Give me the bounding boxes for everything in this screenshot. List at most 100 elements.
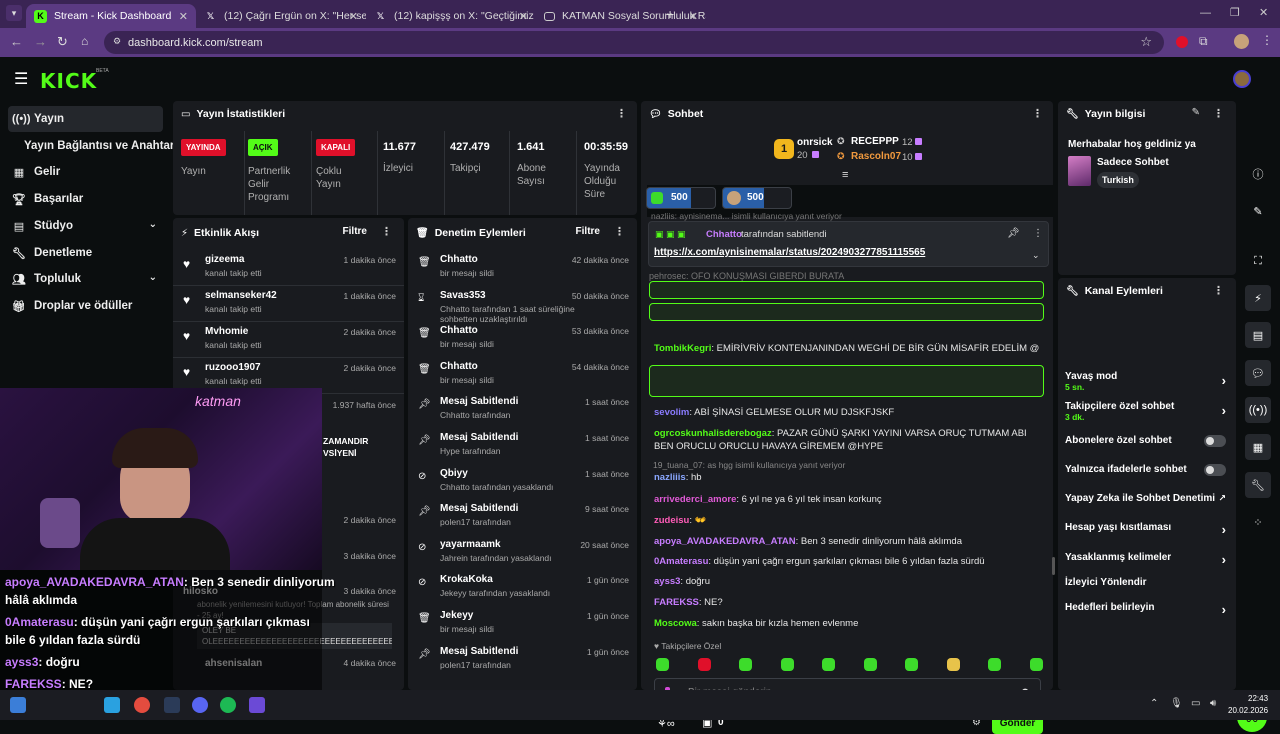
channel-action-3[interactable]: Yalnızca ifadelerle sohbet [1065,464,1230,476]
list-item[interactable]: 📌︎ Mesaj Sabitlendi polen17 tarafından 9 sa… [408,499,637,535]
emote-icon[interactable] [739,658,752,671]
list-item[interactable]: 🗑︎ Chhatto bir mesajı sildi 42 dakika önce [408,250,637,286]
chat-message[interactable]: FAREKSS: NE? [654,597,1040,608]
bolt-icon[interactable]: ⚡︎ [1245,285,1271,311]
edit-pencil-icon[interactable]: ✎ [1245,198,1271,224]
pinned-link[interactable]: https://x.com/aynisinemalar/status/20249… [654,247,925,258]
mod-title[interactable]: Qbiyy [440,468,468,479]
edit-pencil-icon[interactable]: ✎ [1192,107,1200,118]
tray-chevron-icon[interactable]: ⌃ [1150,698,1158,709]
apps-icon[interactable]: ⁘ [1245,509,1271,535]
menu-kebab-icon[interactable]: ⋮ [616,107,627,120]
chat-username[interactable]: FAREKSS [654,597,699,608]
profile-avatar[interactable] [1234,34,1249,49]
channel-action-1[interactable]: Takipçilere özel sohbet 3 dk. › [1065,401,1230,422]
emote-icon[interactable] [905,658,918,671]
channel-action-5[interactable]: Hesap yaşı kısıtlaması › [1065,522,1230,537]
leaderboard-first-name[interactable]: onrsick [797,137,833,148]
mod-title[interactable]: Mesaj Sabitlendi [440,432,518,443]
wrench-icon[interactable]: 🔧︎ [1245,472,1271,498]
sidebar-item-gelir[interactable]: ▦ Gelir [8,159,163,185]
mod-title[interactable]: Savas353 [440,290,486,301]
spotify-icon[interactable] [220,697,236,713]
channel-action-8[interactable]: Hedefleri belirleyin › [1065,602,1230,617]
menu-kebab-icon[interactable]: ⋮ [1032,107,1043,120]
list-item[interactable]: 📌︎ Mesaj Sabitlendi Chhatto tarafından 1 sa… [408,392,637,428]
pin-icon[interactable]: 📌︎ [1007,228,1020,239]
channel-action-2[interactable]: Abonelere özel sohbet [1065,435,1230,447]
list-item[interactable]: 🗑︎ Chhatto bir mesajı sildi 53 dakika önce [408,321,637,357]
browser-tab-x-1[interactable]: 𝕏 (12) Çağrı Ergün on X: "Her sene ✕ [196,4,366,28]
chat-username[interactable]: nazliiis [654,472,686,483]
steam-icon[interactable] [164,697,180,713]
list-item[interactable]: ♥ Mvhomie kanalı takip etti 2 dakika önce [173,322,404,358]
chat-bubble-icon[interactable]: 💬︎ [1245,360,1271,386]
chat-username[interactable]: 0Amaterasu [654,556,708,567]
info-icon[interactable]: ⓘ [1245,161,1271,187]
follower-name[interactable]: Mvhomie [205,326,248,337]
menu-kebab-icon[interactable]: ⋮ [1213,107,1224,120]
hamburger-menu-icon[interactable]: ☰ [14,69,28,89]
url-field[interactable]: ⚙ dashboard.kick.com/stream ☆ [104,31,1164,54]
close-icon[interactable]: ✕ [689,10,698,23]
mod-title[interactable]: Chhatto [440,254,478,265]
list-item[interactable]: 📌︎ Mesaj Sabitlendi Hype tarafından 1 saat … [408,428,637,464]
follower-name[interactable]: ruzooo1907 [205,362,261,373]
chat-username[interactable]: zudeisu [654,515,689,526]
maximize-button[interactable]: ❐ [1230,6,1240,19]
home-icon[interactable]: ⌂ [81,34,88,48]
chat-message[interactable]: Moscowa: sakın başka bir kızla hemen evl… [654,618,1040,629]
moderation-icon[interactable]: ▦ [1245,434,1271,460]
chat-message[interactable]: ayss3: doğru [654,576,1040,587]
chat-message[interactable]: TombikKegri: EMİRİVRİV KONTENJANINDAN WE… [654,343,1040,354]
channel-action-4[interactable]: Yapay Zeka ile Sohbet Denetimi ↗ [1065,493,1230,504]
menu-kebab-icon[interactable]: ⋮ [1033,228,1043,239]
follower-name[interactable]: gizeema [205,254,244,265]
clock-date[interactable]: 20.02.2026 [1228,706,1268,715]
toggle-switch[interactable] [1204,464,1226,476]
leaderboard-second-name[interactable]: RECEPPP [851,136,899,147]
close-icon[interactable]: ✕ [179,10,188,23]
chat-message[interactable]: arrivederci_amore: 6 yıl ne ya 6 yıl tek… [654,494,1040,505]
chat-username[interactable]: ayss3 [654,576,680,587]
chat-username[interactable]: Moscowa [654,618,697,629]
menu-kebab-icon[interactable]: ⋮ [381,225,392,238]
crop-icon[interactable]: ⛶ [1245,248,1271,274]
mod-title[interactable]: Mesaj Sabitlendi [440,503,518,514]
emote-icon[interactable] [697,658,711,671]
pinned-by[interactable]: Chhatto [706,229,742,240]
network-icon[interactable]: ▭ [1191,698,1200,709]
chat-message[interactable]: 0Amaterasu: düşün yani çağrı ergun şarkı… [654,556,1040,567]
follower-name[interactable]: selmanseker42 [205,290,277,301]
sidebar-item-topluluk[interactable]: 👥︎ Topluluk ⌄ [8,266,163,292]
list-item[interactable]: ♥ gizeema kanalı takip etti 1 dakika önce [173,250,404,286]
emote-icon[interactable] [780,658,794,671]
chat-message[interactable]: ogrcoskunhalisderebogaz: PAZAR GÜNÜ ŞARK… [654,427,1040,453]
mod-title[interactable]: Jekeyy [440,610,473,621]
chat-username[interactable]: sevolim [654,407,689,418]
sidebar-item-yayin[interactable]: ((•)) Yayın [8,106,163,132]
new-tab-button[interactable]: + [666,6,674,22]
chat-username[interactable]: apoya_AVADAKEDAVRA_ATAN [654,536,796,547]
sidebar-item-studyo[interactable]: ▤ Stüdyo ⌄ [8,213,163,239]
mod-title[interactable]: Chhatto [440,361,478,372]
chrome-icon[interactable] [134,697,150,713]
browser-tab-x-2[interactable]: 𝕏 (12) kapişşş on X: "Geçtiğimiz s ✕ [366,4,536,28]
clock-time[interactable]: 22:43 [1248,694,1268,703]
category-name[interactable]: Sadece Sohbet [1097,157,1169,168]
extensions-puzzle-icon[interactable]: ⧉ [1199,34,1208,49]
chat-scrollbar[interactable] [1052,557,1055,575]
list-item[interactable]: ⊘ KrokaKoka Jekeyy tarafından yasaklandı 1 … [408,570,637,606]
list-item[interactable]: 🗑︎ Jekeyy bir mesajı sildi 1 gün önce [408,606,637,642]
close-icon[interactable]: ✕ [519,10,528,23]
mod-title[interactable]: Mesaj Sabitlendi [440,646,518,657]
emote-icon[interactable] [656,658,669,671]
emote-icon[interactable] [1029,658,1043,671]
sidebar-item-denetleme[interactable]: 🔧︎ Denetleme [8,240,163,266]
goal-progress-1[interactable]: 500 [646,187,716,209]
mod-title[interactable]: KrokaKoka [440,574,493,585]
bookmark-star-icon[interactable]: ☆ [1140,34,1152,50]
activity-filter-button[interactable]: Filtre [343,226,367,237]
menu-kebab-icon[interactable]: ⋮ [614,225,625,238]
chat-username[interactable]: ogrcoskunhalisderebogaz [654,428,772,439]
